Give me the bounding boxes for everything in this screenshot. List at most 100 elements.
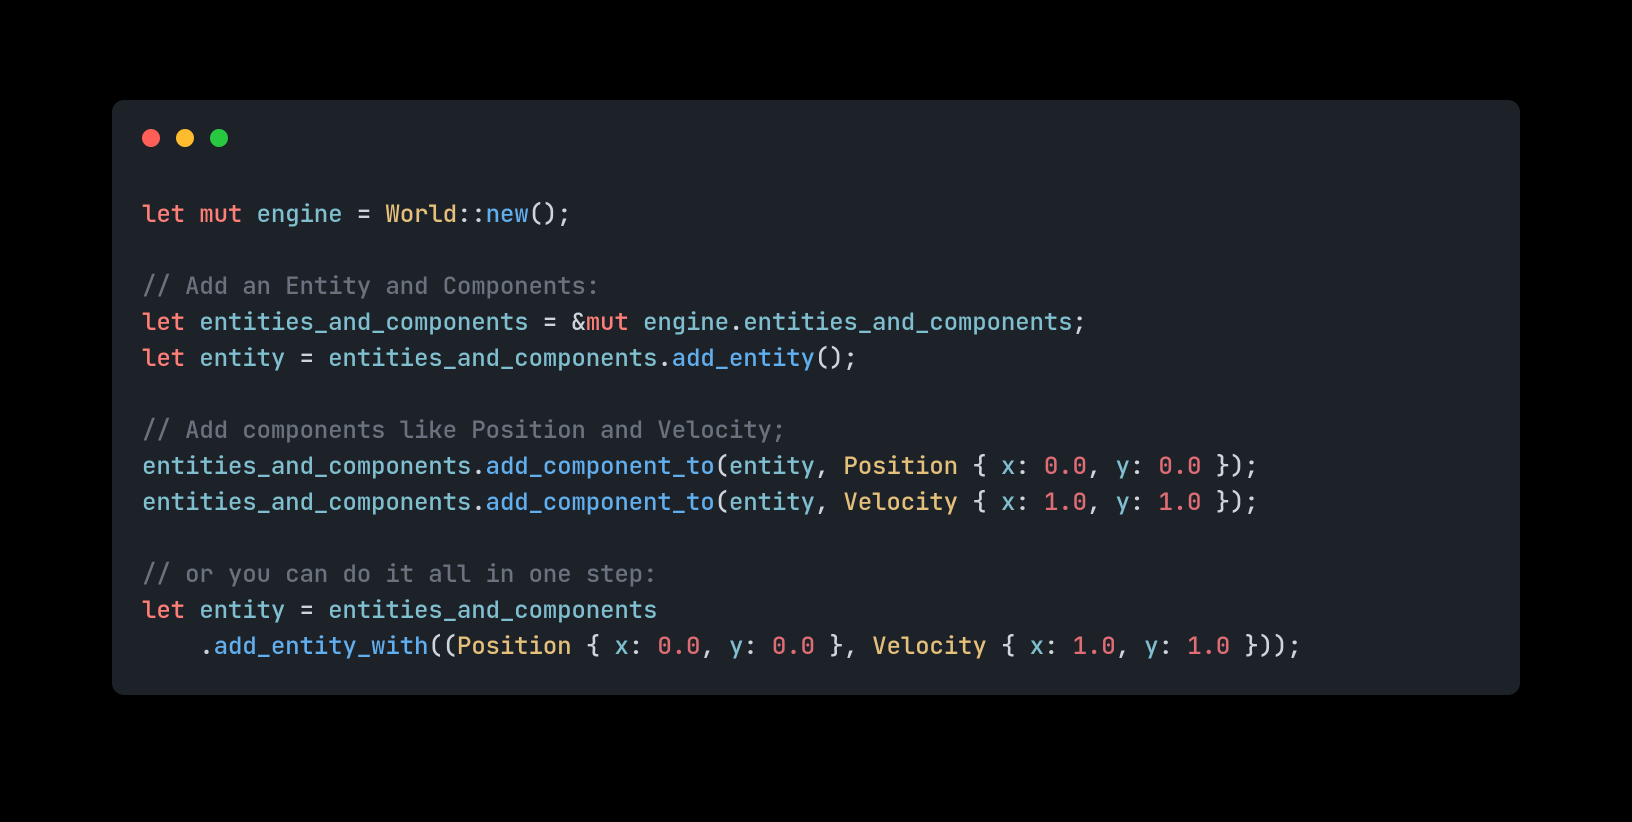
code-token: : <box>1159 630 1188 662</box>
code-token: 1.0 <box>1187 630 1230 662</box>
minimize-icon[interactable] <box>176 129 194 147</box>
code-token: x <box>1030 630 1044 662</box>
code-token: . <box>729 306 743 338</box>
code-block: let mut engine = World::new(); // Add an… <box>112 150 1520 694</box>
code-token: entity <box>199 594 285 626</box>
code-token: mut <box>199 198 256 230</box>
code-token: : <box>629 630 658 662</box>
code-token: : <box>1130 450 1159 482</box>
code-token: 1.0 <box>1158 486 1201 518</box>
code-token: { <box>571 630 614 662</box>
code-line: let mut engine = World::new(); <box>142 196 1490 232</box>
code-token: let <box>142 198 199 230</box>
code-token: entity <box>729 450 815 482</box>
code-token: World <box>385 198 457 230</box>
code-line <box>142 232 1490 268</box>
code-line <box>142 520 1490 556</box>
code-token: Position <box>457 630 572 662</box>
code-token: 0.0 <box>1158 450 1201 482</box>
code-token: entity <box>199 342 285 374</box>
code-line: // Add an Entity and Components: <box>142 268 1490 304</box>
code-token: mut <box>586 306 643 338</box>
code-token: , <box>815 450 844 482</box>
code-token: // or you can do it all in one step: <box>142 558 657 590</box>
maximize-icon[interactable] <box>210 129 228 147</box>
code-token: . <box>142 630 214 662</box>
code-token: . <box>471 486 485 518</box>
code-token: y <box>729 630 743 662</box>
code-token: new <box>486 198 529 230</box>
code-token: entity <box>729 486 815 518</box>
code-token: add_component_to <box>486 486 715 518</box>
code-token: 0.0 <box>772 630 815 662</box>
code-token: }, <box>815 630 872 662</box>
code-line: let entities_and_components = &mut engin… <box>142 304 1490 340</box>
code-token: . <box>657 342 671 374</box>
code-token: = <box>285 594 328 626</box>
code-token: entities_and_components <box>199 306 528 338</box>
code-token: , <box>1116 630 1145 662</box>
code-token: (); <box>815 342 858 374</box>
code-token: })); <box>1230 630 1302 662</box>
code-token: ( <box>715 486 729 518</box>
code-token: ; <box>1072 306 1086 338</box>
code-line: .add_entity_with((Position { x: 0.0, y: … <box>142 628 1490 664</box>
code-token: = <box>342 198 385 230</box>
code-token: Position <box>843 450 958 482</box>
code-token: { <box>958 486 1001 518</box>
code-token: y <box>1115 486 1129 518</box>
code-token: entities_and_components <box>743 306 1072 338</box>
code-token: entities_and_components <box>142 486 471 518</box>
code-token: // Add components like Position and Velo… <box>142 414 786 446</box>
code-line: // or you can do it all in one step: <box>142 556 1490 592</box>
code-token: :: <box>457 198 486 230</box>
code-token: add_component_to <box>486 450 715 482</box>
code-token: }); <box>1201 486 1258 518</box>
code-token: let <box>142 594 199 626</box>
code-token: engine <box>257 198 343 230</box>
code-token: : <box>1015 486 1044 518</box>
code-token: = <box>285 342 328 374</box>
code-token: 1.0 <box>1073 630 1116 662</box>
code-token: entities_and_components <box>328 594 657 626</box>
code-token: engine <box>643 306 729 338</box>
code-window: let mut engine = World::new(); // Add an… <box>112 100 1520 695</box>
window-titlebar <box>112 100 1520 150</box>
code-token: , <box>1087 450 1116 482</box>
code-token: let <box>142 342 199 374</box>
code-token: let <box>142 306 199 338</box>
code-token: 1.0 <box>1044 486 1087 518</box>
code-token: x <box>614 630 628 662</box>
code-token: : <box>1044 630 1073 662</box>
code-token: : <box>1015 450 1044 482</box>
code-token: Velocity <box>843 486 958 518</box>
code-token: . <box>471 450 485 482</box>
code-token: Velocity <box>872 630 987 662</box>
code-token: y <box>1144 630 1158 662</box>
code-token: add_entity_with <box>214 630 429 662</box>
code-token: x <box>1001 486 1015 518</box>
code-token: add_entity <box>672 342 815 374</box>
code-token: { <box>958 450 1001 482</box>
code-token: ( <box>715 450 729 482</box>
code-line <box>142 376 1490 412</box>
code-token: (( <box>428 630 457 662</box>
code-line: // Add components like Position and Velo… <box>142 412 1490 448</box>
code-token: : <box>743 630 772 662</box>
code-token: 0.0 <box>657 630 700 662</box>
code-token: entities_and_components <box>142 450 471 482</box>
close-icon[interactable] <box>142 129 160 147</box>
code-token: , <box>700 630 729 662</box>
code-line: entities_and_components.add_component_to… <box>142 484 1490 520</box>
code-token: { <box>987 630 1030 662</box>
code-token: x <box>1001 450 1015 482</box>
code-token: = & <box>528 306 585 338</box>
code-token: // Add an Entity and Components: <box>142 270 600 302</box>
code-line: let entity = entities_and_components <box>142 592 1490 628</box>
code-token: , <box>1087 486 1116 518</box>
code-token: 0.0 <box>1044 450 1087 482</box>
code-token: entities_and_components <box>328 342 657 374</box>
code-token: y <box>1115 450 1129 482</box>
code-line: let entity = entities_and_components.add… <box>142 340 1490 376</box>
code-token: : <box>1130 486 1159 518</box>
